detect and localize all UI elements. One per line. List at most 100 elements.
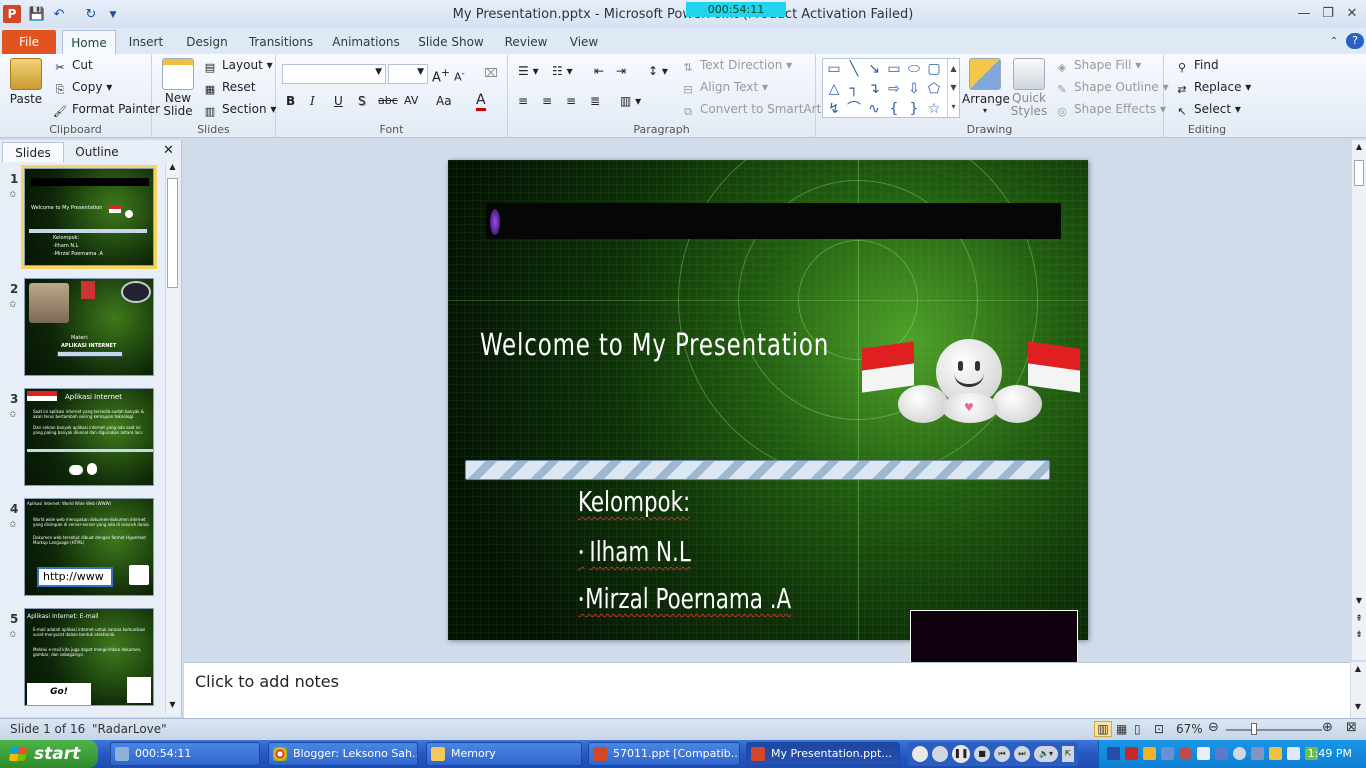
previous-track-icon[interactable]: ⏮ — [994, 746, 1010, 762]
tab-transitions[interactable]: Transitions — [246, 30, 316, 54]
group-label[interactable]: Kelompok: — [578, 485, 690, 518]
freeform-shape-icon[interactable]: ↯ — [825, 101, 843, 117]
cut-button[interactable]: ✂ Cut — [52, 58, 92, 75]
zoom-slider-thumb[interactable] — [1251, 723, 1257, 735]
scribble-shape-icon[interactable]: ∿ — [865, 101, 883, 117]
pentagon-shape-icon[interactable]: ⬠ — [925, 81, 943, 97]
minimize-icon[interactable]: — — [1294, 6, 1314, 24]
rectangle-shape-icon[interactable]: ▭ — [885, 61, 903, 77]
notes-scrollbar[interactable]: ▲ ▼ — [1351, 662, 1366, 718]
tray-app-icon[interactable] — [1161, 747, 1174, 760]
elbow-arrow-shape-icon[interactable]: ↴ — [865, 81, 883, 97]
tray-app-icon[interactable] — [1143, 747, 1156, 760]
elbow-connector-shape-icon[interactable]: ┐ — [845, 81, 863, 97]
tray-app-icon[interactable] — [1125, 747, 1138, 760]
arrow-line-shape-icon[interactable]: ↘ — [865, 61, 883, 77]
slides-panel-scrollbar[interactable]: ▲ ▼ — [165, 162, 179, 714]
help-icon[interactable]: ? — [1346, 33, 1364, 49]
scroll-thumb[interactable] — [167, 178, 178, 288]
copy-button[interactable]: ⎘ Copy ▾ — [52, 80, 113, 97]
find-button[interactable]: ⚲ Find — [1174, 58, 1219, 75]
align-right-button[interactable]: ≡ — [566, 94, 576, 108]
reading-view-icon[interactable]: ▯ — [1134, 722, 1141, 736]
align-center-button[interactable]: ≡ — [542, 94, 552, 108]
outline-tab[interactable]: Outline — [66, 142, 128, 162]
slides-tab[interactable]: Slides — [2, 142, 64, 162]
tray-app-icon[interactable] — [1233, 747, 1246, 760]
character-spacing-button[interactable]: AV — [404, 94, 418, 107]
decrease-indent-button[interactable]: ⇤ — [594, 64, 604, 78]
close-panel-icon[interactable]: ✕ — [163, 143, 174, 158]
slide-thumbnail-1[interactable]: Welcome to My Presentation Kelompok: -Il… — [24, 168, 154, 266]
normal-view-icon[interactable]: ▥ — [1094, 721, 1112, 737]
slide-canvas[interactable]: Welcome to My Presentation ♥ Kelompok: •… — [448, 160, 1088, 640]
volume-icon[interactable]: 🔈▾ — [1034, 746, 1058, 762]
text-shadow-button[interactable]: S — [358, 94, 366, 108]
font-color-button[interactable]: A — [476, 92, 486, 111]
stop-icon[interactable] — [932, 746, 948, 762]
taskbar-item-blogger[interactable]: Blogger: Leksono Sah... — [268, 742, 418, 766]
align-text-button[interactable]: ⊟ Align Text ▾ — [680, 80, 768, 97]
tab-review[interactable]: Review — [500, 30, 552, 54]
curve-shape-icon[interactable]: ⌒ — [845, 101, 863, 117]
increase-indent-button[interactable]: ⇥ — [616, 64, 626, 78]
justify-button[interactable]: ≣ — [590, 94, 600, 108]
slide-thumbnail-2[interactable]: Materi: APLIKASI INTERNET — [24, 278, 154, 376]
bold-button[interactable]: B — [286, 94, 295, 108]
text-direction-button[interactable]: ⇅ Text Direction ▾ — [680, 58, 792, 75]
slide-vertical-scrollbar[interactable]: ▲ ▼ ⇞ ⇟ — [1351, 140, 1366, 660]
slide-thumbnail-3[interactable]: Aplikasi Internet Saat ini aplikasi inte… — [24, 388, 154, 486]
format-painter-button[interactable]: 🖌 Format Painter — [52, 102, 160, 119]
scroll-down-icon[interactable]: ▼ — [1351, 702, 1365, 716]
bullets-button[interactable]: ☰ ▾ — [518, 64, 539, 78]
shrink-font-icon[interactable]: A- — [454, 68, 465, 84]
scroll-up-icon[interactable]: ▲ — [166, 162, 179, 176]
zoom-in-icon[interactable]: ⊕ — [1322, 720, 1333, 735]
scroll-down-icon[interactable]: ▼ — [1352, 596, 1366, 610]
scroll-down-icon[interactable]: ▼ — [166, 700, 179, 714]
left-brace-shape-icon[interactable]: { — [885, 101, 903, 117]
tray-app-icon[interactable] — [1251, 747, 1264, 760]
shape-effects-button[interactable]: ◎ Shape Effects ▾ — [1054, 102, 1166, 119]
clock[interactable]: 1:49 PM — [1308, 747, 1352, 760]
next-track-icon[interactable]: ⏭ — [1014, 746, 1030, 762]
scroll-thumb[interactable] — [1354, 160, 1364, 186]
member-2[interactable]: •Mirzal Poernama .A — [578, 582, 791, 615]
strikethrough-button[interactable]: abc — [378, 94, 398, 107]
fit-to-window-icon[interactable]: ⊠ — [1346, 720, 1357, 735]
quick-styles-button[interactable]: Quick Styles — [1010, 58, 1048, 118]
tab-slide-show[interactable]: Slide Show — [416, 30, 486, 54]
arrange-button[interactable]: Arrange ▾ — [962, 58, 1010, 115]
next-slide-icon[interactable]: ⇟ — [1352, 630, 1366, 644]
stop-square-icon[interactable]: ■ — [974, 746, 990, 762]
notes-placeholder[interactable]: Click to add notes — [195, 672, 339, 691]
line-spacing-button[interactable]: ↕ ▾ — [648, 64, 668, 78]
scroll-up-icon[interactable]: ▲ — [1351, 664, 1365, 678]
zoom-out-icon[interactable]: ⊖ — [1208, 720, 1219, 735]
restore-player-icon[interactable]: ⇱ — [1062, 746, 1074, 762]
shape-fill-button[interactable]: ◈ Shape Fill ▾ — [1054, 58, 1142, 75]
slide-heading[interactable]: Welcome to My Presentation — [480, 328, 829, 363]
reset-button[interactable]: ▦ Reset — [202, 80, 256, 97]
slide-show-icon[interactable]: ⊡ — [1154, 722, 1164, 736]
paste-button[interactable]: Paste — [6, 58, 46, 106]
font-name-combo[interactable]: ▼ — [282, 64, 386, 84]
underline-button[interactable]: U — [334, 94, 343, 108]
pause-icon[interactable]: ❚❚ — [952, 745, 970, 763]
taskbar-item-memory[interactable]: Memory — [426, 742, 582, 766]
textbox-shape-icon[interactable]: ▭ — [825, 61, 843, 77]
taskbar-item-57011[interactable]: 57011.ppt [Compatib... — [588, 742, 740, 766]
tab-insert[interactable]: Insert — [124, 30, 168, 54]
down-arrow-shape-icon[interactable]: ⇩ — [905, 81, 923, 97]
restore-icon[interactable]: ❐ — [1318, 6, 1338, 24]
replace-button[interactable]: ⇄ Replace ▾ — [1174, 80, 1251, 97]
clear-formatting-icon[interactable]: ⌧ — [484, 66, 498, 80]
triangle-shape-icon[interactable]: △ — [825, 81, 843, 97]
tray-app-icon[interactable] — [1215, 747, 1228, 760]
gallery-scroll-icon[interactable]: ▲ ▼ ▾ — [947, 59, 959, 117]
taskbar-item-timer[interactable]: 000:54:11 — [110, 742, 260, 766]
tray-app-icon[interactable] — [1269, 747, 1282, 760]
shield-icon[interactable] — [1197, 747, 1210, 760]
tray-app-icon[interactable] — [1107, 747, 1120, 760]
select-button[interactable]: ↖ Select ▾ — [1174, 102, 1240, 119]
